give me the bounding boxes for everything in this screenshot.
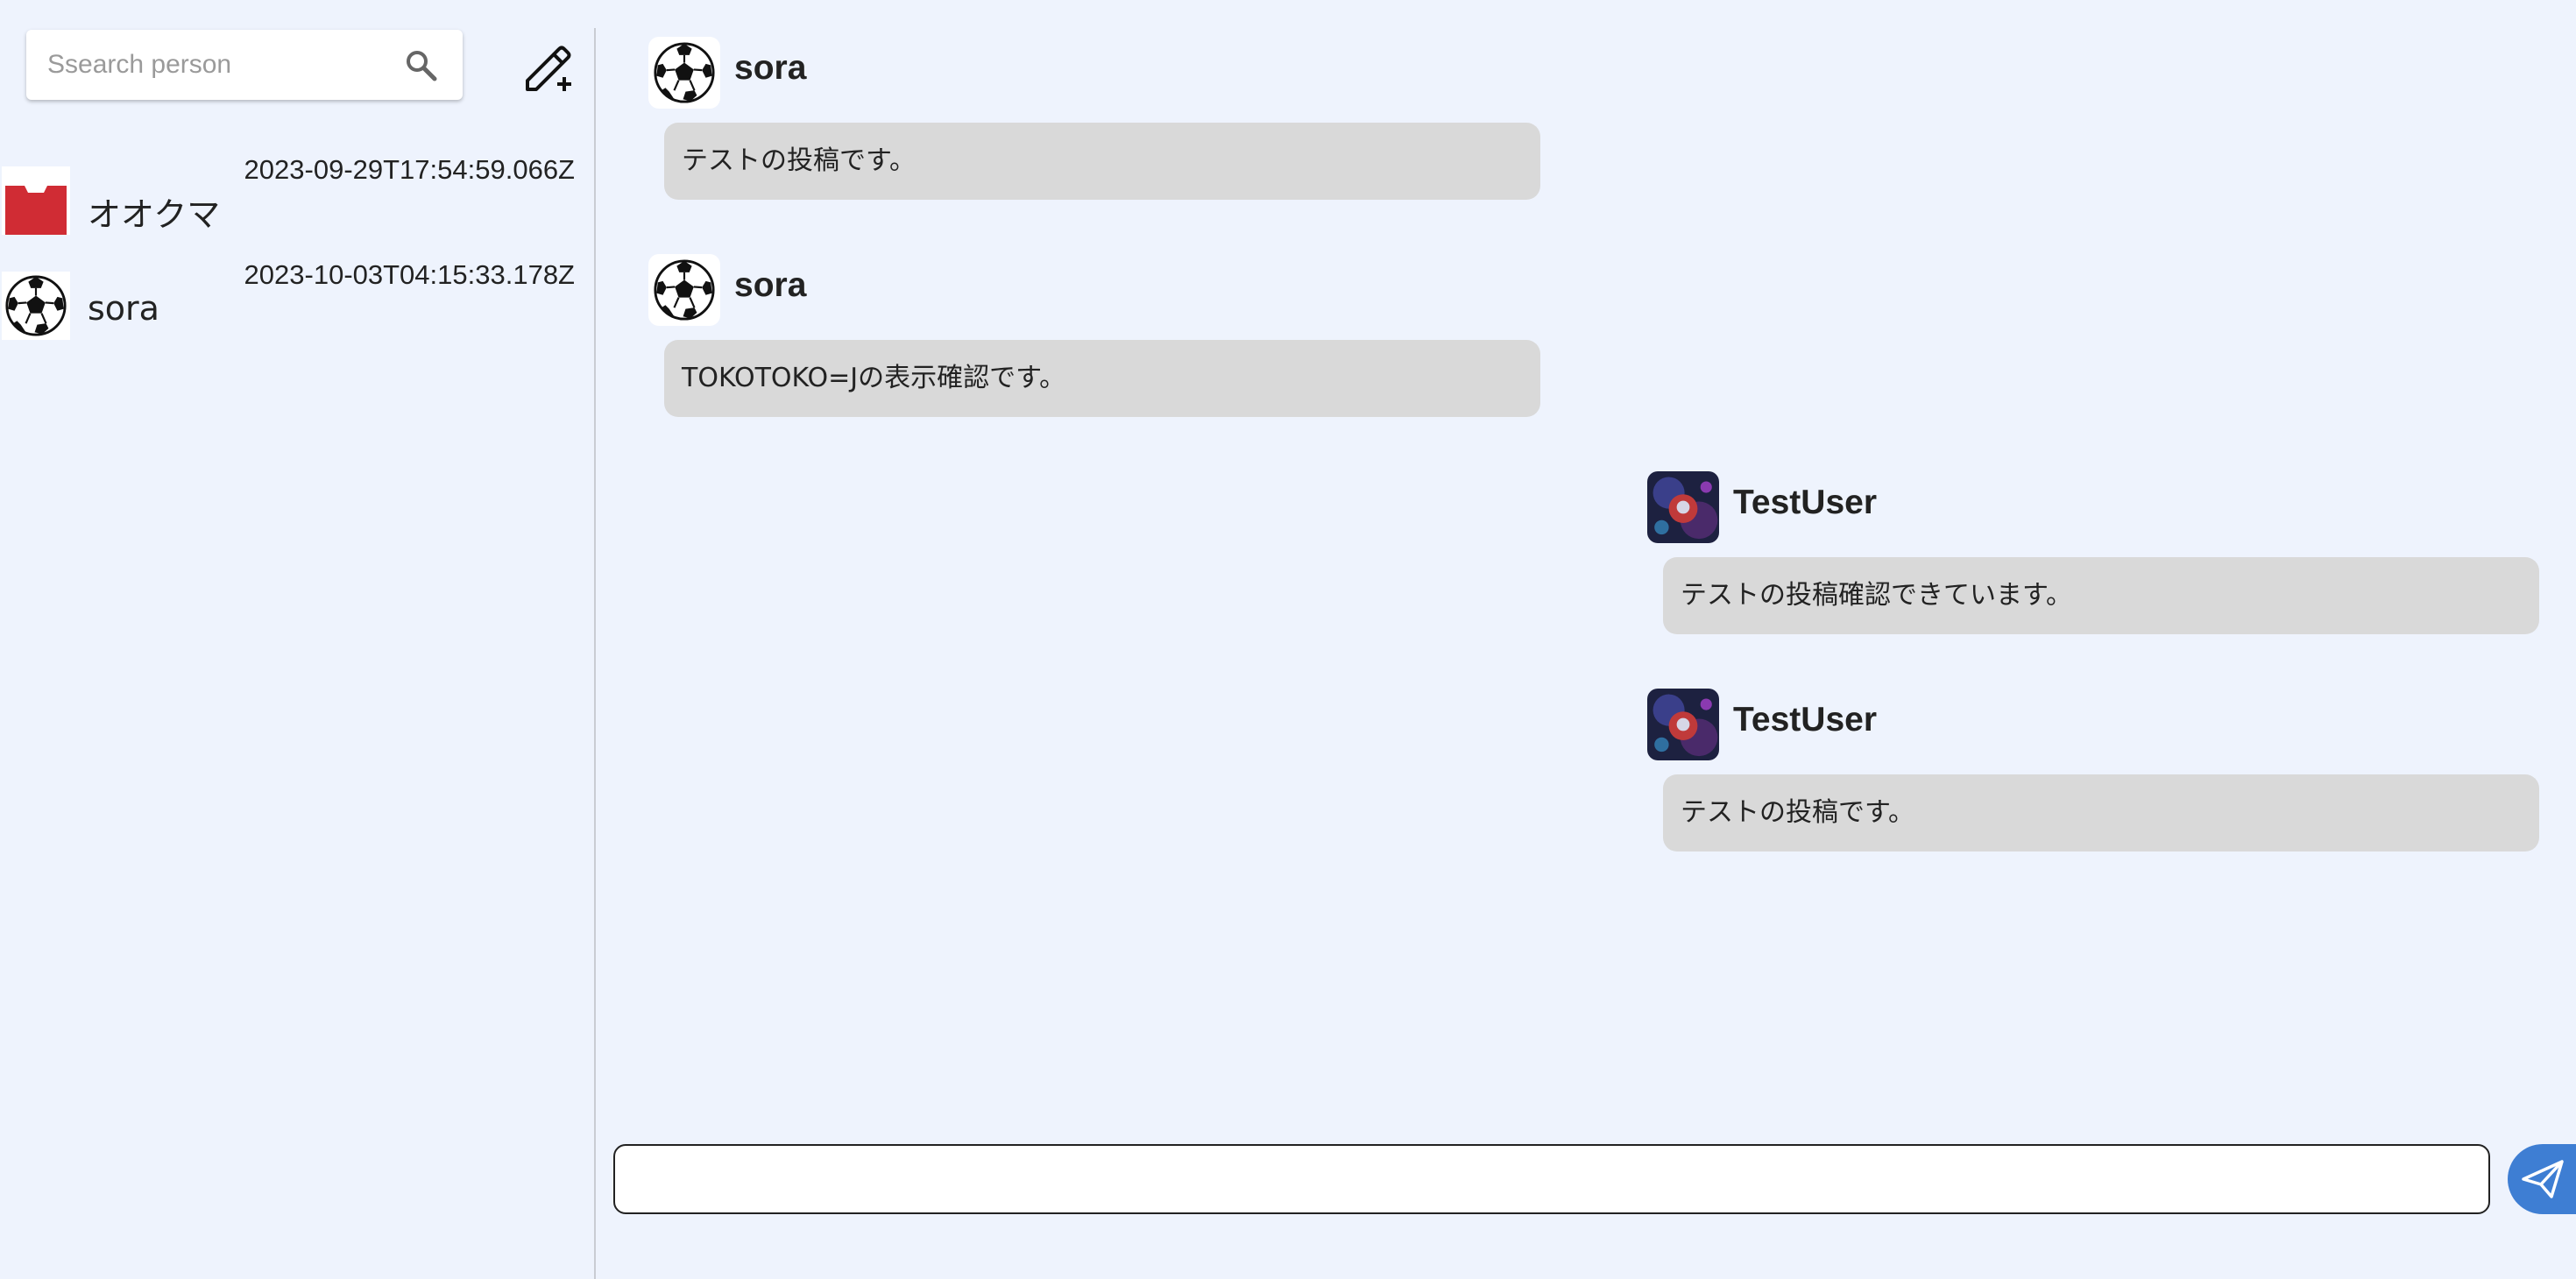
message-author: TestUser	[1733, 484, 1878, 521]
message-author: sora	[734, 266, 807, 304]
contact-timestamp: 2023-10-03T04:15:33.178Z	[244, 259, 575, 290]
contact-list-item[interactable]: オオクマ 2023-09-29T17:54:59.066Z	[0, 154, 587, 242]
search-icon[interactable]	[403, 47, 438, 82]
message-author: TestUser	[1733, 701, 1878, 738]
soccer-ball-icon	[648, 37, 720, 109]
message-bubble: テストの投稿です。	[1663, 774, 2539, 851]
send-icon	[2522, 1160, 2564, 1198]
message-bubble: TOKOTOKO=Jの表示確認です。	[664, 340, 1540, 417]
message-input[interactable]	[613, 1144, 2490, 1214]
message-bubble: テストの投稿確認できています。	[1663, 557, 2539, 634]
photo-avatar	[1647, 471, 1719, 543]
new-chat-pencil-icon[interactable]	[519, 35, 578, 95]
send-button[interactable]	[2508, 1144, 2576, 1214]
search-box[interactable]	[26, 30, 463, 100]
message-author: sora	[734, 49, 807, 87]
soccer-ball-icon	[648, 254, 720, 326]
soccer-ball-icon	[2, 272, 70, 340]
contact-timestamp: 2023-09-29T17:54:59.066Z	[244, 154, 575, 185]
photo-avatar	[1647, 689, 1719, 760]
contact-name: sora	[88, 289, 159, 328]
app: オオクマ 2023-09-29T17:54:59.066Z sora 2023-…	[0, 0, 2576, 1279]
contact-name: オオクマ	[88, 195, 221, 234]
sidebar-divider	[594, 28, 596, 1279]
sidebar: オオクマ 2023-09-29T17:54:59.066Z sora 2023-…	[0, 0, 594, 1279]
message-bubble: テストの投稿です。	[664, 123, 1540, 200]
red-shirt-icon	[2, 166, 70, 235]
search-input[interactable]	[47, 39, 380, 91]
contact-list-item[interactable]: sora 2023-10-03T04:15:33.178Z	[0, 259, 587, 347]
